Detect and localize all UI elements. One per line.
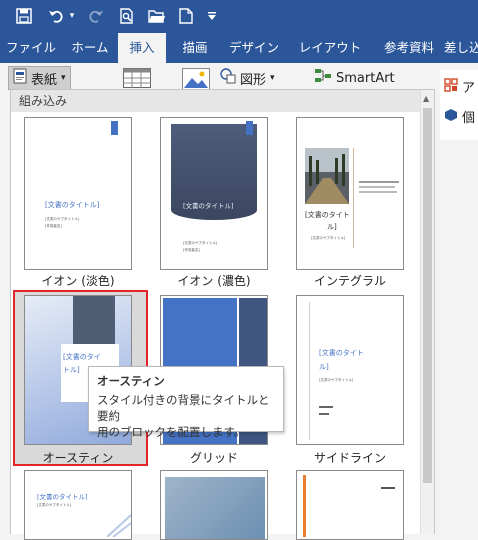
ribbon-tabs: ファイル ホーム 挿入 描画 デザイン レイアウト 参考資料 差し込 [0,33,478,63]
shapes-button[interactable]: 図形 ▾ [220,68,275,88]
cover-integral-thumb[interactable]: [文書のタイト ル] [文書のサブタイトル] [296,117,404,270]
scroll-up-arrow-icon[interactable]: ▲ [423,94,429,103]
cover-page-button[interactable]: 表紙 ▾ [8,66,71,90]
undo-icon[interactable] [46,6,66,26]
cover-ion-light-thumb[interactable]: [文書のタイトル] [文書のサブタイトル] [作成者名] [24,117,132,270]
addins-icon [444,77,458,96]
chevron-down-icon: ▾ [61,73,66,83]
redo-icon[interactable] [86,6,106,26]
tab-mailings[interactable]: 差し込 [444,33,478,63]
quick-access-toolbar: ▾ [0,0,478,33]
tooltip-description-line1: スタイル付きの背景にタイトルと要約 [97,393,270,423]
gallery-section-header: 組み込み [11,90,434,112]
tab-draw[interactable]: 描画 [170,33,220,63]
scrollbar-thumb[interactable] [423,108,432,483]
personal-addins-label: 個 [462,111,476,126]
cover-ion-dark-thumb[interactable]: [文書のタイトル] [文書のサブタイトル] [作成者名] [160,117,268,270]
cover-ion-dark-caption: イオン (濃色) [177,274,251,288]
tooltip-title: オースティン [97,374,165,388]
open-folder-icon[interactable] [147,6,167,26]
customize-dropdown-icon[interactable] [205,6,219,26]
tab-references[interactable]: 参考資料 [376,33,442,63]
tab-design[interactable]: デザイン [224,33,284,63]
cover-row3-middle-thumb[interactable] [160,470,268,540]
cover-austin-caption: オースティン [42,451,114,465]
smartart-button[interactable]: SmartArt [314,68,395,88]
smartart-icon [314,68,332,88]
tab-layout[interactable]: レイアウト [294,33,366,63]
smartart-label: SmartArt [336,70,395,86]
chevron-down-icon: ▾ [270,73,275,83]
gallery-tooltip: オースティン スタイル付きの背景にタイトルと要約 用のブロックを配置します。 [88,366,284,439]
table-icon[interactable] [123,68,151,88]
cover-sideline-thumb[interactable]: [文書のタイト ル] [文書のサブタイトル] [296,295,404,445]
save-icon[interactable] [14,6,34,26]
cover-integral-caption: インテグラル [313,274,386,288]
new-document-icon[interactable] [176,6,196,26]
cover-grid-caption: グリッド [189,451,238,465]
shapes-icon [220,68,236,88]
cover-row3-right-thumb[interactable] [296,470,404,540]
addins-label: アド [462,81,478,96]
cover-row3-left-thumb[interactable]: [文書のタイトル] [文書のサブタイトル] [24,470,132,540]
tab-insert[interactable]: 挿入 [118,33,166,63]
gallery-scrollbar[interactable]: ▲ [420,90,434,534]
tab-home[interactable]: ホーム [62,33,118,63]
tab-file[interactable]: ファイル [3,33,59,63]
cover-page-label: 表紙 [31,72,58,88]
cover-ion-light-caption: イオン (淡色) [41,274,115,288]
addins-button[interactable]: アド [444,77,478,96]
print-preview-icon[interactable] [117,6,137,26]
tooltip-description-line2: 用のブロックを配置します。 [97,425,246,439]
picture-icon[interactable] [182,68,210,90]
shapes-label: 図形 [240,72,267,88]
cube-icon [444,108,458,126]
personal-addins-button[interactable]: 個 [444,107,475,126]
undo-dropdown-icon[interactable]: ▾ [67,6,77,26]
cover-sideline-caption: サイドライン [313,451,386,465]
cover-page-icon [13,68,27,88]
